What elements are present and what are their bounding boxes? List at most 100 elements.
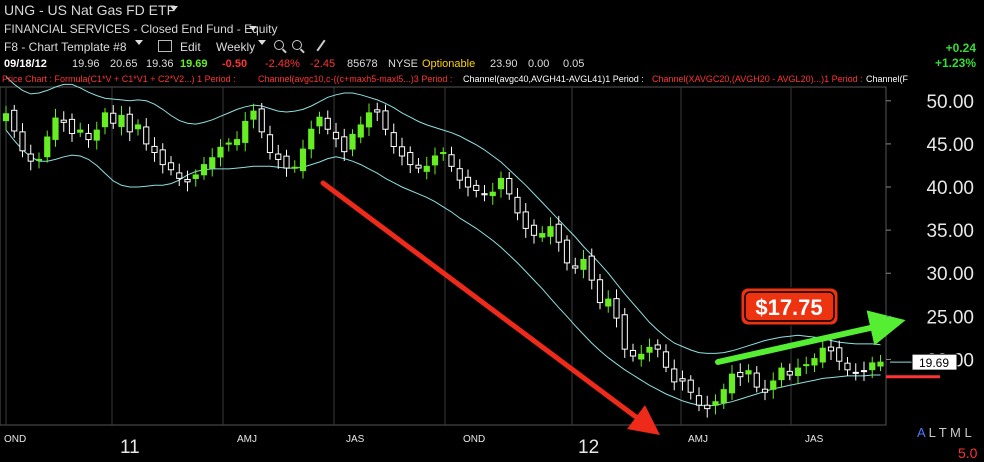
candle-body	[794, 367, 802, 377]
candle-body	[778, 367, 785, 381]
quote-optionable: Optionable	[422, 58, 476, 70]
candle-body	[506, 177, 513, 195]
study-1[interactable]: Price Chart : Formula(C1*V + C1*V1 + C2*…	[2, 74, 236, 84]
candle-body	[390, 132, 397, 147]
study-legend: Price Chart : Formula(C1*V + C1*V1 + C2*…	[0, 73, 984, 87]
candle-body	[11, 109, 18, 132]
quote-f1: 23.90	[490, 58, 518, 70]
candle-body	[761, 388, 769, 393]
candle-body	[266, 134, 274, 154]
candle-body	[720, 389, 727, 404]
candle-body	[407, 152, 414, 166]
candle-body	[819, 347, 826, 363]
template-dropdown-icon[interactable]	[135, 40, 143, 45]
candle-body	[679, 378, 686, 382]
quote-low: 19.36	[146, 58, 174, 70]
study-5[interactable]: Channel(F	[866, 74, 908, 84]
y-tick-label: 40.00	[926, 178, 974, 199]
candle-body	[242, 120, 249, 143]
candle-body	[613, 298, 620, 319]
study-4[interactable]: Channel(XAVGC20,(AVGH20 - AVGL20)...)1 P…	[652, 74, 863, 84]
candle-body	[52, 117, 59, 140]
net-change: +0.24	[945, 41, 976, 55]
study-3[interactable]: Channel(avgc40,AVGH41-AVGL41)1 Period :	[463, 74, 644, 84]
candle-body	[324, 117, 331, 130]
candle-body	[308, 128, 315, 150]
candle-body	[662, 351, 670, 368]
y-tick-label: 25.00	[926, 307, 974, 328]
timeframe-selector[interactable]: A L T M L	[917, 425, 972, 440]
candle-body	[44, 136, 51, 158]
template-selector[interactable]: F8 - Chart Template #8	[4, 40, 127, 54]
candle-body	[167, 162, 175, 171]
quote-f3: 0.05	[563, 58, 585, 70]
x-quarter-label: OND	[4, 434, 26, 445]
candle-body	[555, 223, 562, 243]
quote-change: -0.50	[222, 58, 248, 70]
candle-body	[695, 395, 703, 406]
candle-body	[134, 124, 142, 130]
candle-body	[745, 370, 752, 375]
candle-body	[464, 176, 472, 188]
candle-body	[143, 126, 150, 145]
candle-body	[19, 131, 26, 152]
sector-label[interactable]: FINANCIAL SERVICES - Closed End Fund - E…	[4, 22, 277, 36]
symbol-title[interactable]: UNG - US Nat Gas FD ETF	[4, 2, 175, 18]
candle-body	[687, 379, 694, 393]
zoom-out-icon[interactable]	[292, 40, 302, 50]
candle-body	[176, 172, 183, 179]
net-change-pct: +1.23%	[934, 56, 976, 70]
candle-body	[704, 404, 711, 410]
candle-body	[522, 211, 529, 229]
candle-body	[283, 155, 290, 169]
y-tick-label: 35.00	[926, 221, 974, 242]
candle-body	[712, 401, 719, 406]
candle-body	[497, 177, 505, 190]
period-selector[interactable]: Weekly	[216, 40, 255, 54]
candle-body	[349, 133, 356, 150]
candle-body	[836, 347, 843, 362]
candle-body	[118, 114, 125, 128]
candle-body	[85, 132, 92, 141]
candle-body	[233, 139, 241, 146]
price-label-text: $17.75	[755, 295, 822, 320]
candle-body	[580, 258, 587, 270]
candle-body	[803, 364, 810, 367]
candle-body	[225, 142, 232, 145]
candle-body	[382, 110, 389, 130]
candle-body	[646, 346, 653, 353]
draw-line-icon[interactable]	[316, 39, 326, 52]
candle-body	[753, 372, 760, 388]
candle-body	[184, 178, 191, 183]
period-dropdown-icon[interactable]	[258, 40, 266, 45]
candle-body	[440, 152, 447, 155]
quote-bar: 09/18/12 19.96 20.65 19.36 19.69 -0.50 -…	[0, 56, 984, 72]
x-quarter-label: AMJ	[688, 434, 708, 445]
edit-icon[interactable]	[158, 40, 172, 52]
quote-f2: 0.00	[528, 58, 550, 70]
candle-body	[200, 164, 208, 176]
candle-body	[605, 298, 612, 307]
candle-body	[101, 112, 109, 128]
candle-body	[398, 146, 406, 157]
candle-body	[572, 265, 579, 269]
symbol-dropdown-icon[interactable]	[170, 6, 178, 11]
sector-dropdown-icon[interactable]	[249, 26, 257, 31]
candle-body	[341, 136, 348, 153]
candle-body	[2, 113, 10, 122]
quote-exchange: NYSE	[388, 58, 418, 70]
x-year-label: 11	[120, 437, 140, 458]
candle-body	[110, 112, 117, 124]
candle-body	[332, 131, 340, 140]
candle-body	[192, 174, 199, 179]
candle-body	[473, 184, 480, 191]
study-2[interactable]: Channel(avgc10,c-((c+maxh5-maxl5...)3 Pe…	[258, 74, 452, 84]
quote-last: 19.69	[180, 58, 208, 70]
edit-button[interactable]: Edit	[180, 40, 201, 54]
candle-body	[159, 149, 166, 166]
candle-body	[151, 145, 158, 154]
candle-body	[291, 166, 298, 169]
candle-body	[539, 233, 546, 238]
zoom-in-icon[interactable]	[274, 40, 284, 50]
candle-body	[456, 168, 463, 181]
